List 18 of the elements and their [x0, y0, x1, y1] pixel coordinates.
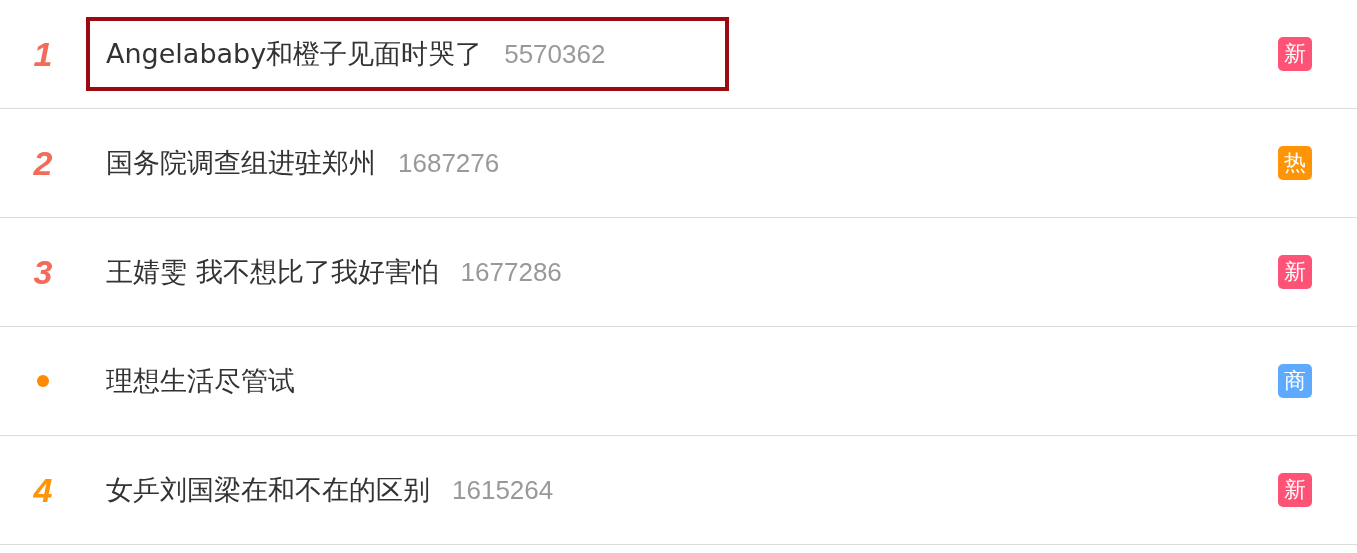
tag-badge: 热 [1278, 146, 1312, 180]
topic-link[interactable]: Angelababy和橙子见面时哭了 [106, 36, 483, 72]
rank-number: 4 [33, 473, 53, 507]
tag-badge: 商 [1278, 364, 1312, 398]
topic-link[interactable]: 国务院调查组进驻郑州 [106, 145, 376, 181]
rank-number: 1 [33, 37, 53, 71]
rank-number: 3 [33, 255, 53, 289]
heat-count: 1687276 [398, 147, 500, 179]
tag-badge: 新 [1278, 473, 1312, 507]
tag-badge: 新 [1278, 37, 1312, 71]
topic-link[interactable]: 王婧雯 我不想比了我好害怕 [106, 254, 439, 290]
heat-count: 5570362 [504, 38, 606, 70]
topic-link[interactable]: 理想生活尽管试 [106, 363, 295, 399]
topic-link[interactable]: 女乒刘国梁在和不在的区别 [106, 472, 430, 508]
heat-count: 1677286 [460, 256, 562, 288]
heat-count: 1615264 [452, 474, 554, 506]
rank-number: 2 [33, 146, 53, 180]
tag-badge: 新 [1278, 255, 1312, 289]
